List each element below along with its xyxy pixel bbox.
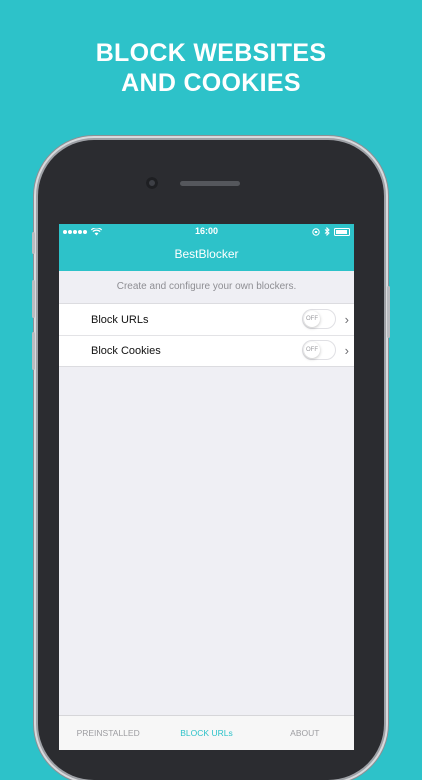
promo-headline: BLOCK WEBSITES AND COOKIES bbox=[0, 38, 422, 98]
volume-up-button bbox=[32, 280, 35, 318]
status-icons bbox=[312, 224, 350, 239]
tab-block-urls[interactable]: BLOCK URLs bbox=[158, 728, 255, 738]
headline-line-2: AND COOKIES bbox=[121, 69, 301, 97]
nav-bar: BestBlocker bbox=[59, 239, 354, 271]
chevron-right-icon[interactable]: › bbox=[345, 304, 349, 335]
battery-icon bbox=[334, 227, 350, 236]
earpiece-speaker bbox=[180, 181, 240, 186]
front-camera bbox=[146, 177, 158, 189]
toggle-state: OFF bbox=[304, 342, 320, 358]
power-button bbox=[387, 286, 390, 338]
blocker-row-cookies[interactable]: Block Cookies OFF › bbox=[59, 335, 354, 366]
section-description: Create and configure your own blockers. bbox=[116, 281, 297, 292]
app-title: BestBlocker bbox=[174, 247, 239, 261]
toggle-state: OFF bbox=[304, 311, 320, 327]
status-time: 16:00 bbox=[194, 226, 219, 236]
tab-about[interactable]: ABOUT bbox=[256, 728, 353, 738]
status-bar: 16:00 bbox=[59, 224, 354, 239]
blocker-label: Block URLs bbox=[91, 313, 149, 326]
blocker-row-urls[interactable]: Block URLs OFF › bbox=[59, 304, 354, 335]
app-screen: 16:00 BestBlocker Create and configure y… bbox=[59, 224, 354, 750]
tab-bar: PREINSTALLED BLOCK URLs ABOUT bbox=[59, 715, 354, 750]
orientation-lock-icon bbox=[312, 227, 320, 236]
block-cookies-toggle[interactable]: OFF bbox=[302, 340, 336, 360]
chevron-right-icon[interactable]: › bbox=[345, 335, 349, 366]
blocker-list: Block URLs OFF › Block Cookies OFF › bbox=[59, 303, 354, 367]
blocker-label: Block Cookies bbox=[91, 344, 161, 357]
bluetooth-icon bbox=[324, 227, 330, 236]
headline-line-1: BLOCK WEBSITES bbox=[95, 39, 327, 67]
tab-preinstalled[interactable]: PREINSTALLED bbox=[59, 728, 156, 738]
volume-down-button bbox=[32, 332, 35, 370]
mute-switch bbox=[32, 232, 35, 254]
block-urls-toggle[interactable]: OFF bbox=[302, 309, 336, 329]
